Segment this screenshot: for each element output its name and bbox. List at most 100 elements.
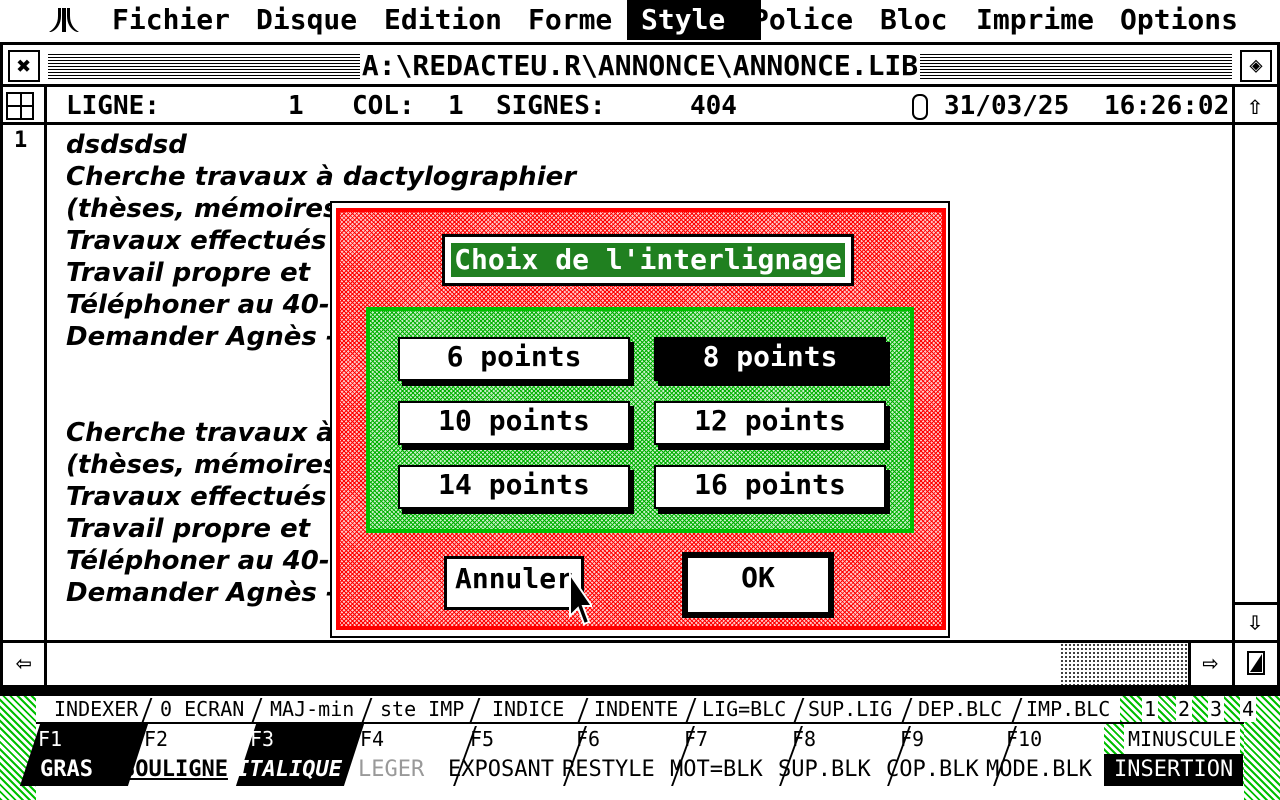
fkey-shift-label[interactable]: SUP.LIG bbox=[808, 696, 892, 722]
doc-line: Travail propre et bbox=[66, 258, 311, 288]
fkey-souligne[interactable]: SOULIGNE bbox=[122, 754, 228, 786]
fkey-separator bbox=[251, 698, 263, 722]
fkey-shift-label[interactable]: LIG=BLC bbox=[702, 696, 786, 722]
option-10-points[interactable]: 10 points bbox=[398, 401, 630, 445]
fkey-shift-label[interactable]: INDICE bbox=[492, 696, 564, 722]
menu-imprime[interactable]: Imprime bbox=[962, 0, 1108, 40]
menu-police[interactable]: Police bbox=[738, 0, 867, 40]
grid-icon[interactable] bbox=[6, 92, 34, 120]
fkey-number: F4 bbox=[360, 727, 385, 751]
doc-line: Travaux effectués bbox=[66, 482, 327, 512]
option-8-points[interactable]: 8 points bbox=[654, 337, 886, 381]
fkey-separator bbox=[469, 698, 481, 722]
doc-line: (thèses, mémoires bbox=[66, 194, 339, 224]
fkey-separator bbox=[141, 698, 153, 722]
option-12-points[interactable]: 12 points bbox=[654, 401, 886, 445]
spacing-options-panel: 6 points 8 points 10 points 12 points 14… bbox=[366, 307, 914, 533]
menu-forme[interactable]: Forme bbox=[514, 0, 626, 40]
scroll-down-arrow-icon[interactable]: ⇩ bbox=[1242, 606, 1268, 638]
signes-value: 404 bbox=[690, 91, 737, 121]
fkey-shift-label[interactable]: ste IMP bbox=[380, 696, 464, 722]
signes-label: SIGNES: bbox=[496, 91, 606, 121]
fkey-shift-label[interactable]: MAJ-min bbox=[270, 696, 354, 722]
fkey-number: F1 bbox=[38, 727, 63, 751]
scroll-up-arrow-icon[interactable]: ⇧ bbox=[1242, 90, 1268, 122]
doc-line: dsdsdsd bbox=[66, 130, 187, 160]
mouse-pointer-icon bbox=[569, 572, 592, 626]
fkey-shift-label[interactable]: INDENTE bbox=[594, 696, 678, 722]
option-6-points[interactable]: 6 points bbox=[398, 337, 630, 381]
mode-insert[interactable]: INSERTION bbox=[1104, 754, 1244, 786]
menu-options[interactable]: Options bbox=[1106, 0, 1252, 40]
menu-fichier[interactable]: Fichier bbox=[98, 0, 244, 40]
fkey-top-border bbox=[0, 688, 1280, 696]
page-1[interactable]: 1 bbox=[1142, 696, 1159, 722]
info-bar bbox=[3, 87, 1277, 125]
menu-bloc[interactable]: Bloc bbox=[866, 0, 961, 40]
line-number: 1 bbox=[14, 128, 28, 153]
fkey-mot-blk[interactable]: MOT=BLK bbox=[670, 754, 763, 786]
menu-disque[interactable]: Disque bbox=[242, 0, 371, 40]
hscroll-divider bbox=[44, 643, 47, 685]
fkey-separator bbox=[793, 698, 805, 722]
menu-edition[interactable]: Edition bbox=[370, 0, 516, 40]
ligne-value: 1 bbox=[288, 91, 304, 121]
close-box-icon[interactable]: ✖ bbox=[8, 50, 40, 82]
menu-bar: Fichier Disque Edition Forme Style Polic… bbox=[0, 0, 1280, 40]
fkey-shift-label[interactable]: INDEXER bbox=[54, 696, 138, 722]
date-display: 31/03/25 bbox=[944, 91, 1070, 121]
fkey-gras[interactable]: GRAS bbox=[40, 754, 93, 786]
window-title: A:\REDACTEU.R\ANNONCE\ANNONCE.LIB bbox=[360, 48, 920, 84]
page-4[interactable]: 4 bbox=[1240, 696, 1257, 722]
hscroll-track[interactable] bbox=[1060, 643, 1188, 685]
fkey-leger[interactable]: LEGER bbox=[358, 754, 424, 786]
fkey-cop-blk[interactable]: COP.BLK bbox=[886, 754, 979, 786]
scroll-left-arrow-icon[interactable]: ⇦ bbox=[10, 646, 38, 680]
clock-icon bbox=[912, 94, 928, 120]
resize-icon[interactable] bbox=[1246, 650, 1266, 676]
fkey-sup-blk[interactable]: SUP.BLK bbox=[778, 754, 871, 786]
doc-line: Cherche travaux à dactylographier bbox=[66, 162, 577, 192]
page-3[interactable]: 3 bbox=[1208, 696, 1225, 722]
hscroll-divider-right bbox=[1188, 643, 1191, 685]
doc-line: Demander Agnès - bbox=[66, 322, 337, 352]
doc-line: Travaux effectués bbox=[66, 226, 327, 256]
time-display: 16:26:02 bbox=[1104, 91, 1230, 121]
fkey-number: F2 bbox=[144, 727, 169, 751]
fkey-restyle[interactable]: RESTYLE bbox=[562, 754, 655, 786]
scroll-down-divider bbox=[1235, 602, 1277, 605]
scrollbar-divider bbox=[1232, 87, 1235, 640]
fkey-shift-label[interactable]: 0 ECRAN bbox=[160, 696, 244, 722]
fkey-separator bbox=[685, 698, 697, 722]
doc-line: Demander Agnès - bbox=[66, 578, 337, 608]
col-label: COL: bbox=[352, 91, 415, 121]
info-divider bbox=[44, 87, 47, 125]
sizer-divider bbox=[1232, 643, 1235, 685]
fkey-italique[interactable]: ITALIQUE bbox=[236, 754, 342, 786]
cancel-button[interactable]: Annuler bbox=[444, 556, 584, 610]
fkey-number: F3 bbox=[250, 727, 275, 751]
doc-line: (thèses, mémoires bbox=[66, 450, 339, 480]
atari-fuji-icon[interactable] bbox=[48, 6, 80, 34]
fkey-separator bbox=[901, 698, 913, 722]
fkey-shift-label[interactable]: IMP.BLC bbox=[1026, 696, 1110, 722]
doc-line: Travail propre et bbox=[66, 514, 311, 544]
function-key-bar: INDEXER 0 ECRAN MAJ-min ste IMP INDICE I… bbox=[0, 688, 1280, 800]
page-2[interactable]: 2 bbox=[1176, 696, 1193, 722]
fkey-separator bbox=[577, 698, 589, 722]
option-14-points[interactable]: 14 points bbox=[398, 465, 630, 509]
doc-line: Cherche travaux à bbox=[66, 418, 334, 448]
mode-case: MINUSCULE bbox=[1124, 724, 1241, 754]
doc-line: Téléphoner au 40- bbox=[66, 546, 330, 576]
ligne-label: LIGNE: bbox=[66, 91, 160, 121]
dialog-title: Choix de l'interlignage bbox=[451, 243, 845, 277]
scroll-right-arrow-icon[interactable]: ⇨ bbox=[1196, 646, 1224, 680]
doc-line: Téléphoner au 40- bbox=[66, 290, 330, 320]
fkey-separator bbox=[361, 698, 373, 722]
dialog-title-box: Choix de l'interlignage bbox=[442, 234, 854, 286]
ok-button[interactable]: OK bbox=[682, 552, 834, 618]
fkey-row-divider bbox=[36, 722, 1244, 724]
fuller-icon[interactable]: ◈ bbox=[1240, 50, 1272, 82]
option-16-points[interactable]: 16 points bbox=[654, 465, 886, 509]
fkey-shift-label[interactable]: DEP.BLC bbox=[918, 696, 1002, 722]
